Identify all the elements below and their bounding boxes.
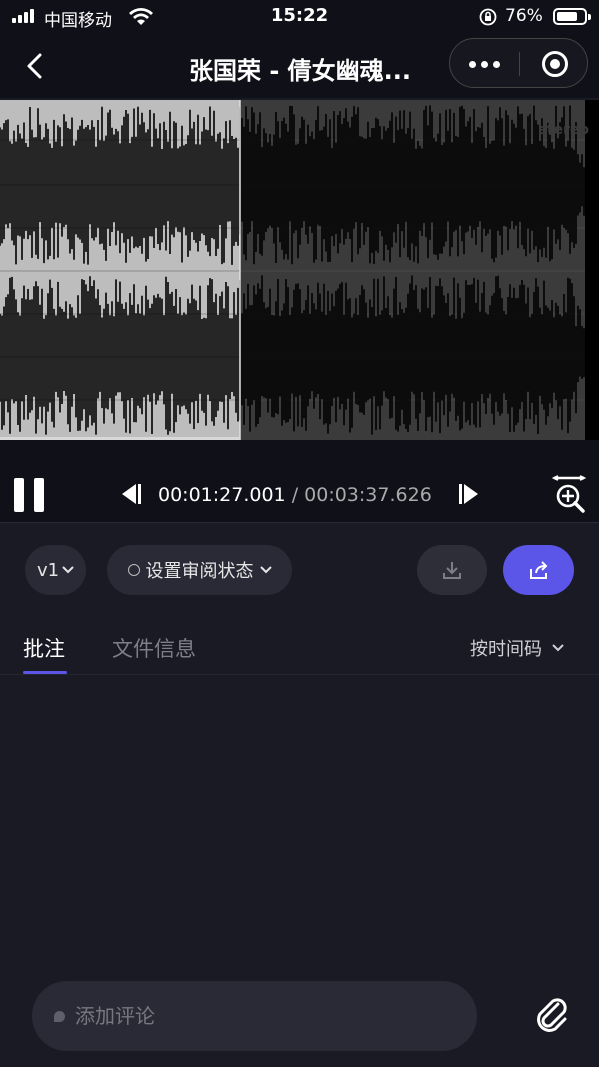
more-dots-icon [469,60,476,68]
close-button[interactable] [520,39,589,89]
orientation-lock-icon [479,8,497,26]
comment-bubble-icon [54,1010,65,1022]
sort-label: 按时间码 [470,639,542,660]
review-status-label: 设置审阅状态 [145,561,254,582]
version-select[interactable]: v1 [25,545,86,595]
chevron-down-icon [552,644,564,652]
pause-icon [14,478,24,512]
download-button[interactable] [417,545,487,595]
tab-file-info[interactable]: 文件信息 [112,633,196,663]
chevron-down-icon [62,566,74,574]
time-separator: / [291,484,299,506]
comment-box[interactable] [32,981,477,1051]
nav-bar: 张国荣 - 倩女幽魂... [0,34,599,98]
back-chevron-icon[interactable] [18,48,54,84]
download-icon [443,562,461,579]
player-controls: 00:01:27.001 / 00:03:37.626 [0,440,599,523]
status-dot-icon [127,564,140,576]
share-icon [529,561,547,579]
audio-waveform[interactable]: stereo [0,100,599,440]
comments-list [0,676,599,966]
pause-button[interactable] [14,478,46,512]
total-time: 00:03:37.626 [304,484,432,506]
step-forward-icon[interactable] [456,482,484,506]
current-time: 00:01:27.001 [158,484,286,506]
tab-bar: 批注 文件信息 按时间码 [0,619,599,675]
more-button[interactable] [450,39,519,89]
channel-label: stereo [538,122,589,138]
mini-program-capsule [449,38,588,88]
fit-zoom-icon[interactable] [550,474,588,514]
waveform-graphic [0,100,599,440]
version-label: v1 [36,559,60,581]
sort-select[interactable]: 按时间码 [470,635,564,661]
time-readout: 00:01:27.001 / 00:03:37.626 [158,484,432,506]
action-row: v1 设置审阅状态 [0,524,599,619]
chevron-down-icon [259,566,272,574]
battery-percentage: 76% [505,6,543,26]
review-status-select[interactable]: 设置审阅状态 [107,545,292,595]
page-title: 张国荣 - 倩女幽魂... [188,57,412,85]
active-tab-indicator [23,671,67,674]
comment-input[interactable] [75,1004,435,1028]
target-close-icon [541,51,568,77]
tab-comments[interactable]: 批注 [23,633,65,663]
battery-icon [553,8,591,25]
step-back-icon[interactable] [116,482,144,506]
paperclip-icon[interactable] [534,996,570,1036]
status-bar: 中国移动 15:22 76% [0,0,599,34]
share-button[interactable] [503,545,574,595]
